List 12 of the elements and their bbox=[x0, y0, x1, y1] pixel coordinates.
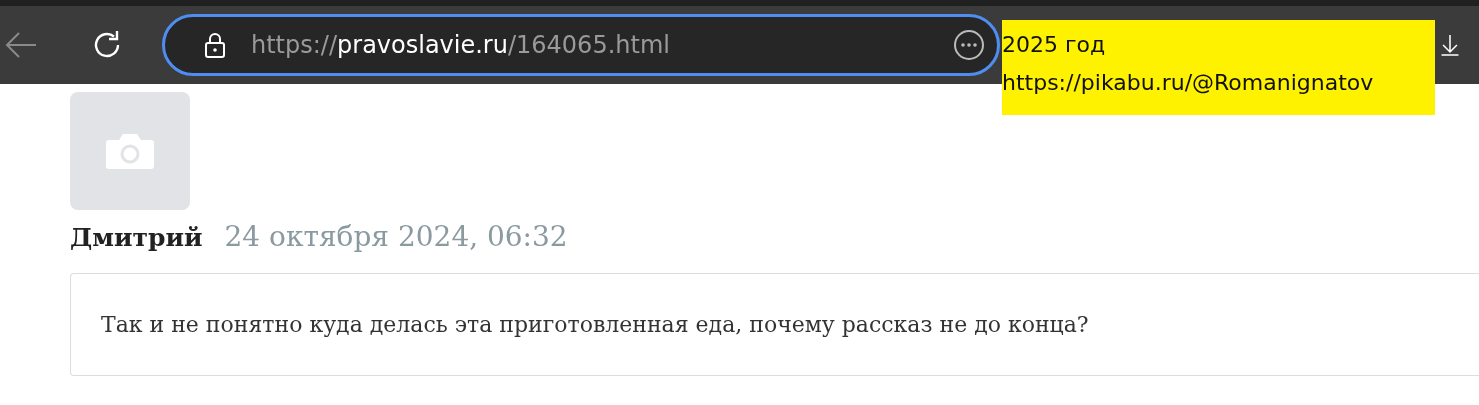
back-icon[interactable] bbox=[4, 30, 38, 60]
url-text: https://pravoslavie.ru/164065.html bbox=[251, 31, 670, 59]
camera-icon bbox=[105, 132, 155, 170]
comment-text: Так и не понятно куда делась эта приготовленная еда, почему рассказ не до конца? bbox=[101, 312, 1089, 337]
more-icon[interactable] bbox=[953, 29, 985, 61]
note-text: https://pikabu.ru/@Romanignatov bbox=[1002, 69, 1375, 97]
author-name: Дмитрий bbox=[70, 223, 203, 252]
address-bar[interactable]: https://pravoslavie.ru/164065.html bbox=[162, 14, 1000, 76]
note-text: 2025 год bbox=[1002, 31, 1107, 59]
comment-date: 24 октября 2024, 06:32 bbox=[224, 220, 568, 253]
download-icon[interactable] bbox=[1440, 32, 1460, 58]
lock-icon[interactable] bbox=[203, 31, 227, 59]
